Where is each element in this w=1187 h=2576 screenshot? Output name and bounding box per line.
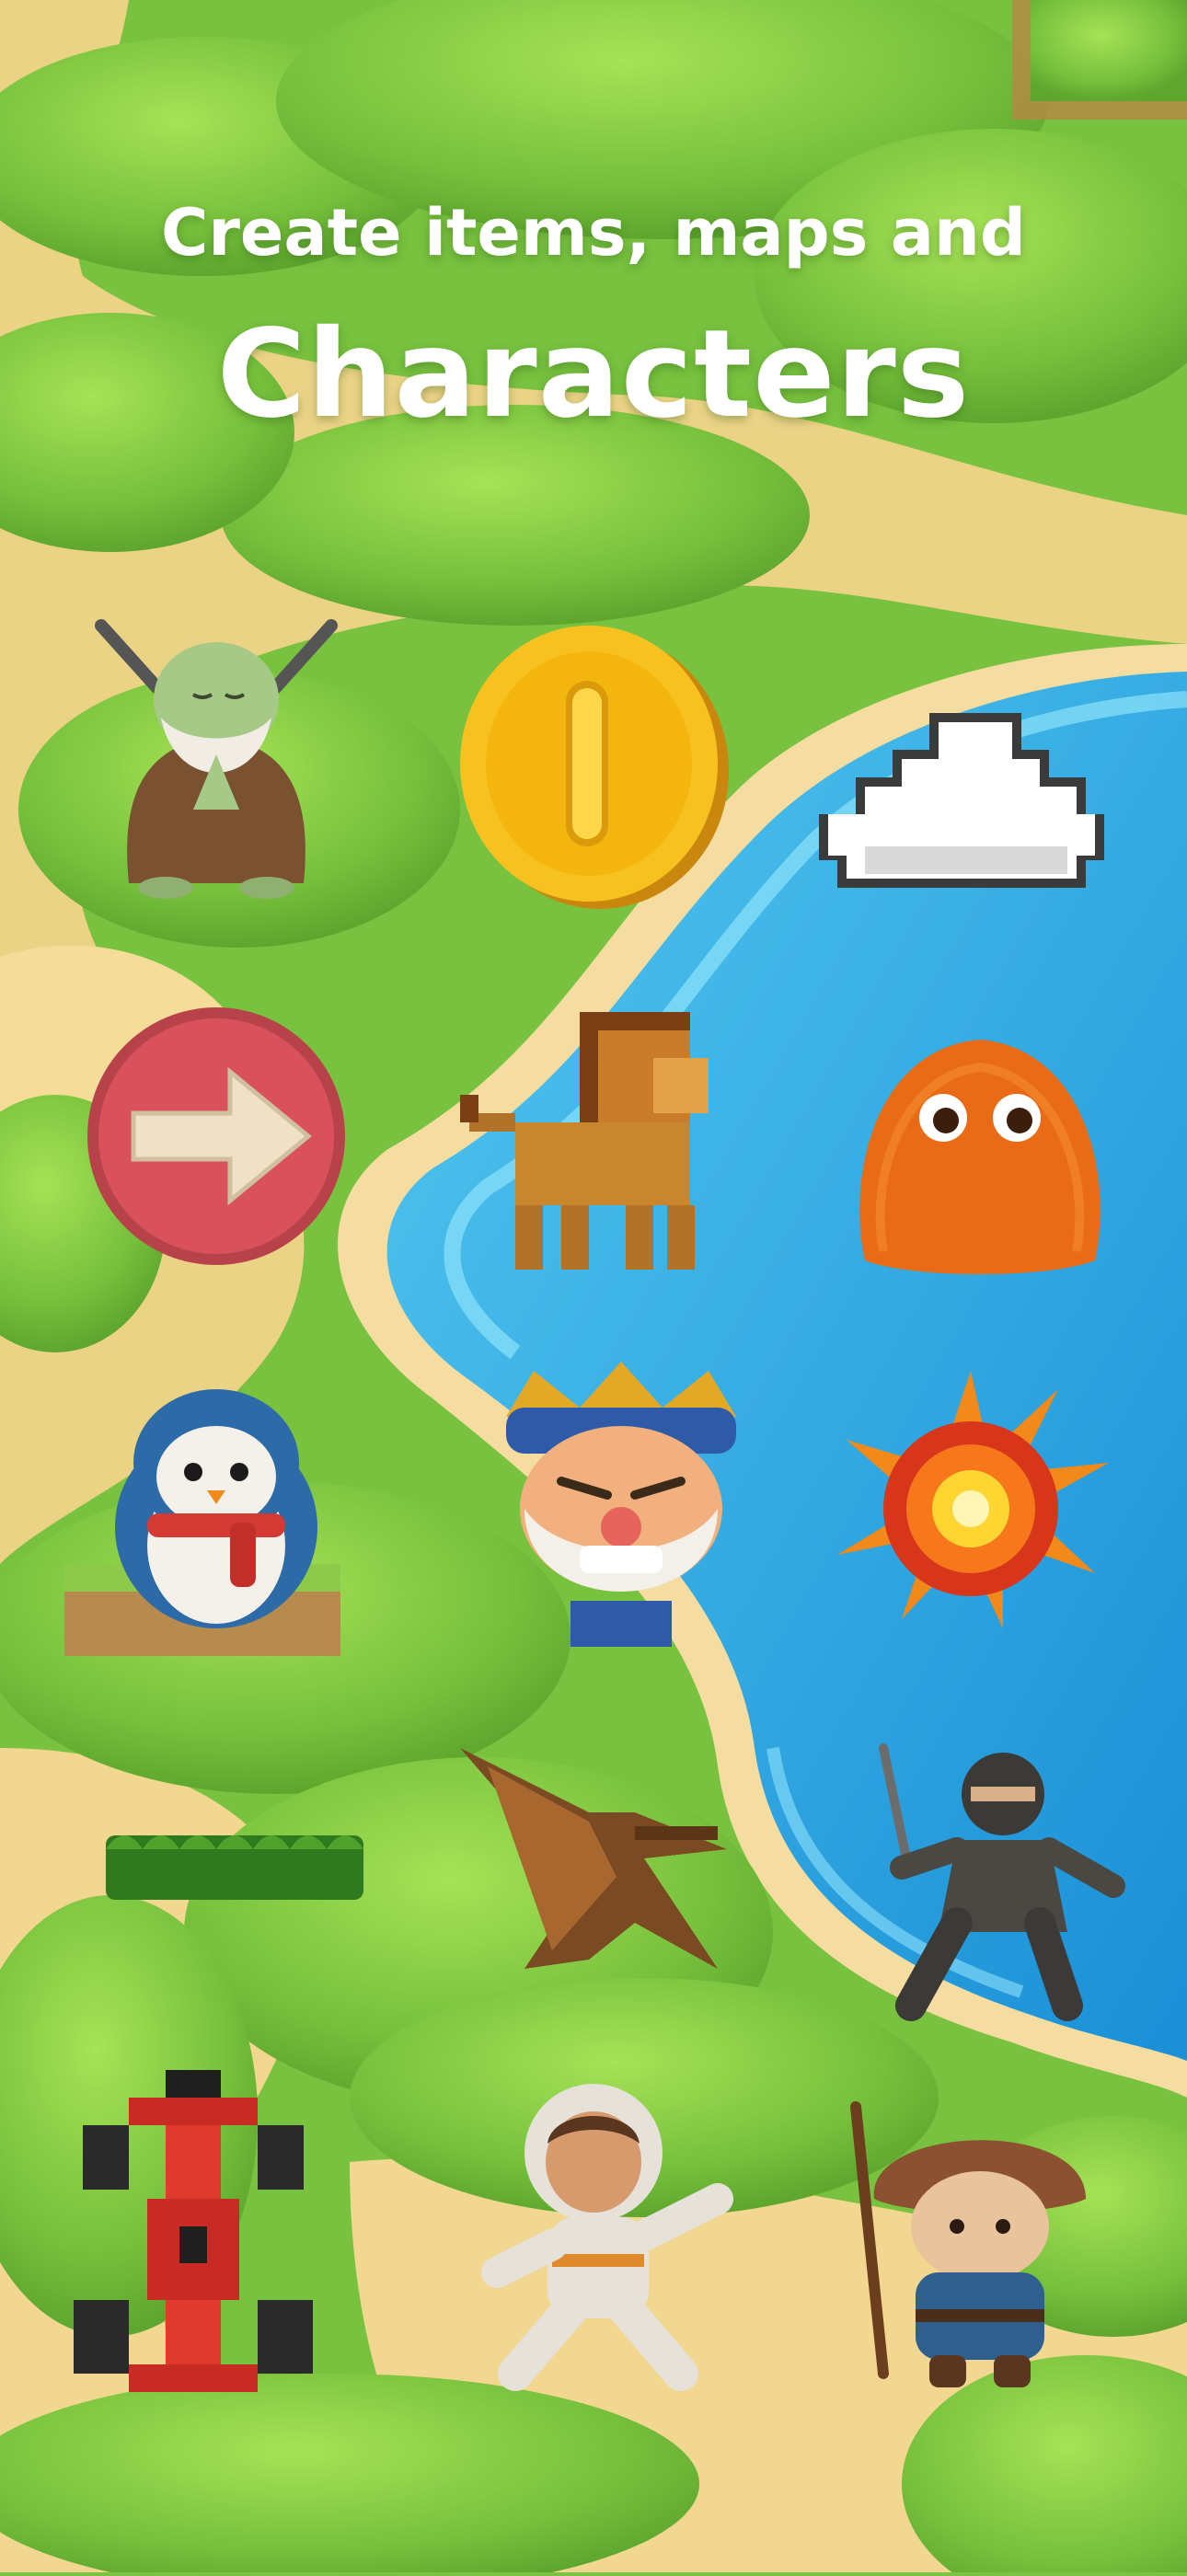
- gold-coin-icon[interactable]: [442, 607, 745, 911]
- knitted-arrow-art: [87, 1007, 345, 1265]
- astronaut-art: [481, 2084, 733, 2391]
- bearded-king-icon[interactable]: [469, 1352, 773, 1656]
- mushroom-wanderer-art: [850, 2101, 1086, 2387]
- orange-monster-art: [859, 1040, 1101, 1274]
- bearded-king-art: [506, 1362, 736, 1647]
- knitted-arrow-button-icon[interactable]: [64, 984, 368, 1288]
- mushroom-wanderer-icon[interactable]: [828, 2088, 1132, 2401]
- leafy-platform-icon[interactable]: [83, 1711, 386, 1900]
- headline-subtitle: Create items, maps and: [161, 195, 1026, 270]
- pixel-pterodactyl-icon[interactable]: [451, 1730, 755, 2033]
- race-car-art: [74, 2070, 313, 2392]
- astronaut-kid-icon[interactable]: [460, 2070, 764, 2410]
- ninja-icon[interactable]: [856, 1730, 1159, 2033]
- pterodactyl-art: [460, 1748, 727, 1969]
- leafy-platform-art: [106, 1835, 363, 1900]
- headline-title: Characters: [216, 304, 971, 445]
- monk-warrior-art: [95, 619, 338, 899]
- pixel-cloud-art: [819, 713, 1104, 888]
- pixel-race-car-icon[interactable]: [64, 2070, 368, 2401]
- monk-warrior-icon[interactable]: [64, 607, 368, 911]
- penguin-icon[interactable]: [64, 1352, 368, 1656]
- pixel-lion-icon[interactable]: [442, 984, 745, 1288]
- ninja-art: [879, 1743, 1125, 2021]
- pixel-lion-art: [460, 1012, 709, 1270]
- gold-coin-art: [460, 626, 729, 909]
- pixel-cloud-icon[interactable]: [810, 644, 1113, 948]
- explosion-icon[interactable]: [819, 1352, 1123, 1656]
- orange-fuzzy-monster-icon[interactable]: [828, 994, 1132, 1297]
- explosion-art: [837, 1371, 1109, 1628]
- penguin-art: [64, 1389, 340, 1656]
